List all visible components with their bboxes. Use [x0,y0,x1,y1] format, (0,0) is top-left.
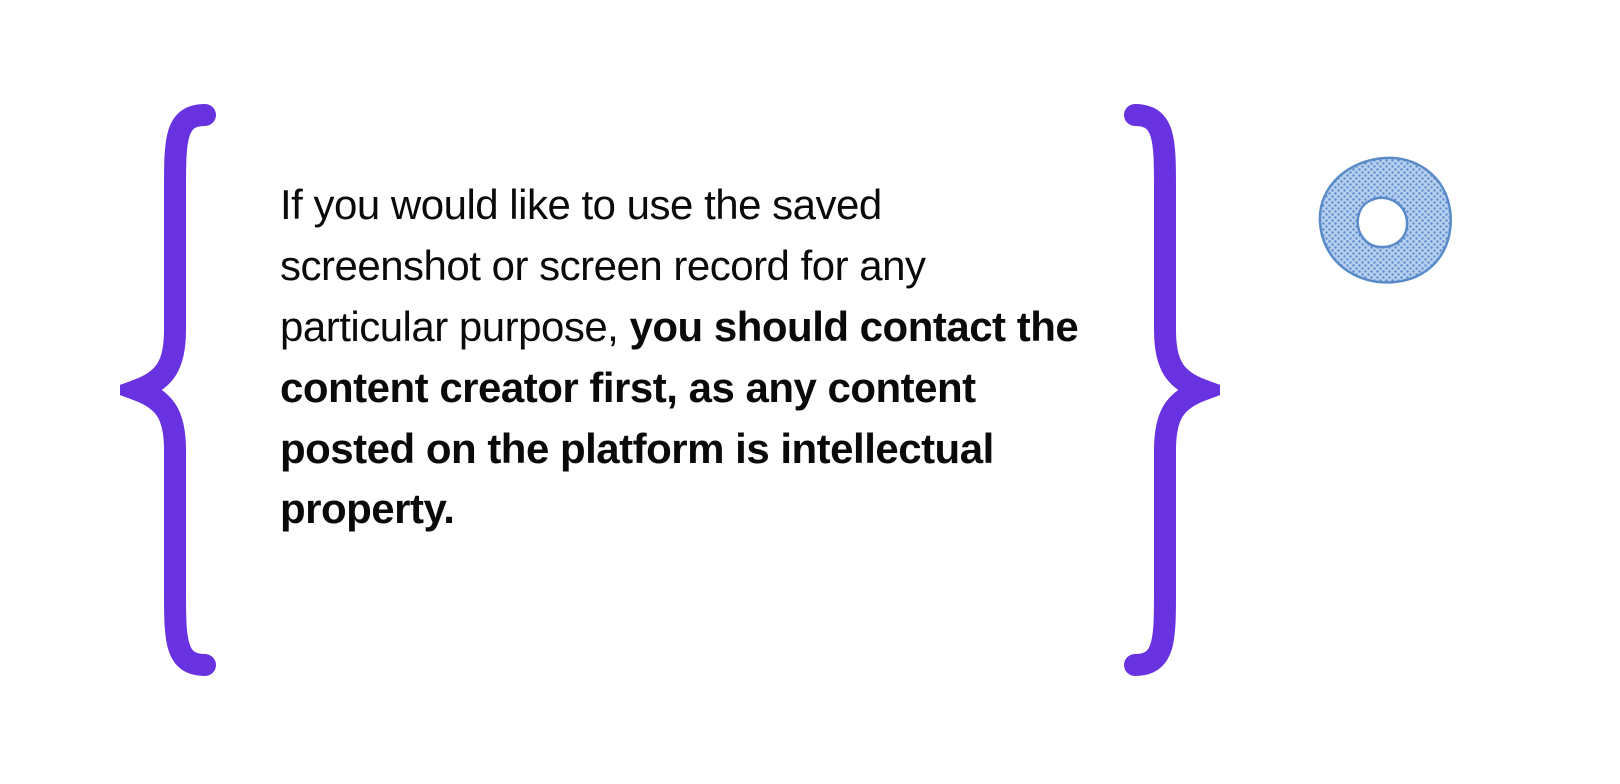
donut-icon [1310,150,1460,290]
quote-container: If you would like to use the saved scree… [130,100,1210,680]
right-brace-icon [1100,100,1220,680]
left-brace-icon [120,100,240,680]
quote-text: If you would like to use the saved scree… [280,175,1080,540]
